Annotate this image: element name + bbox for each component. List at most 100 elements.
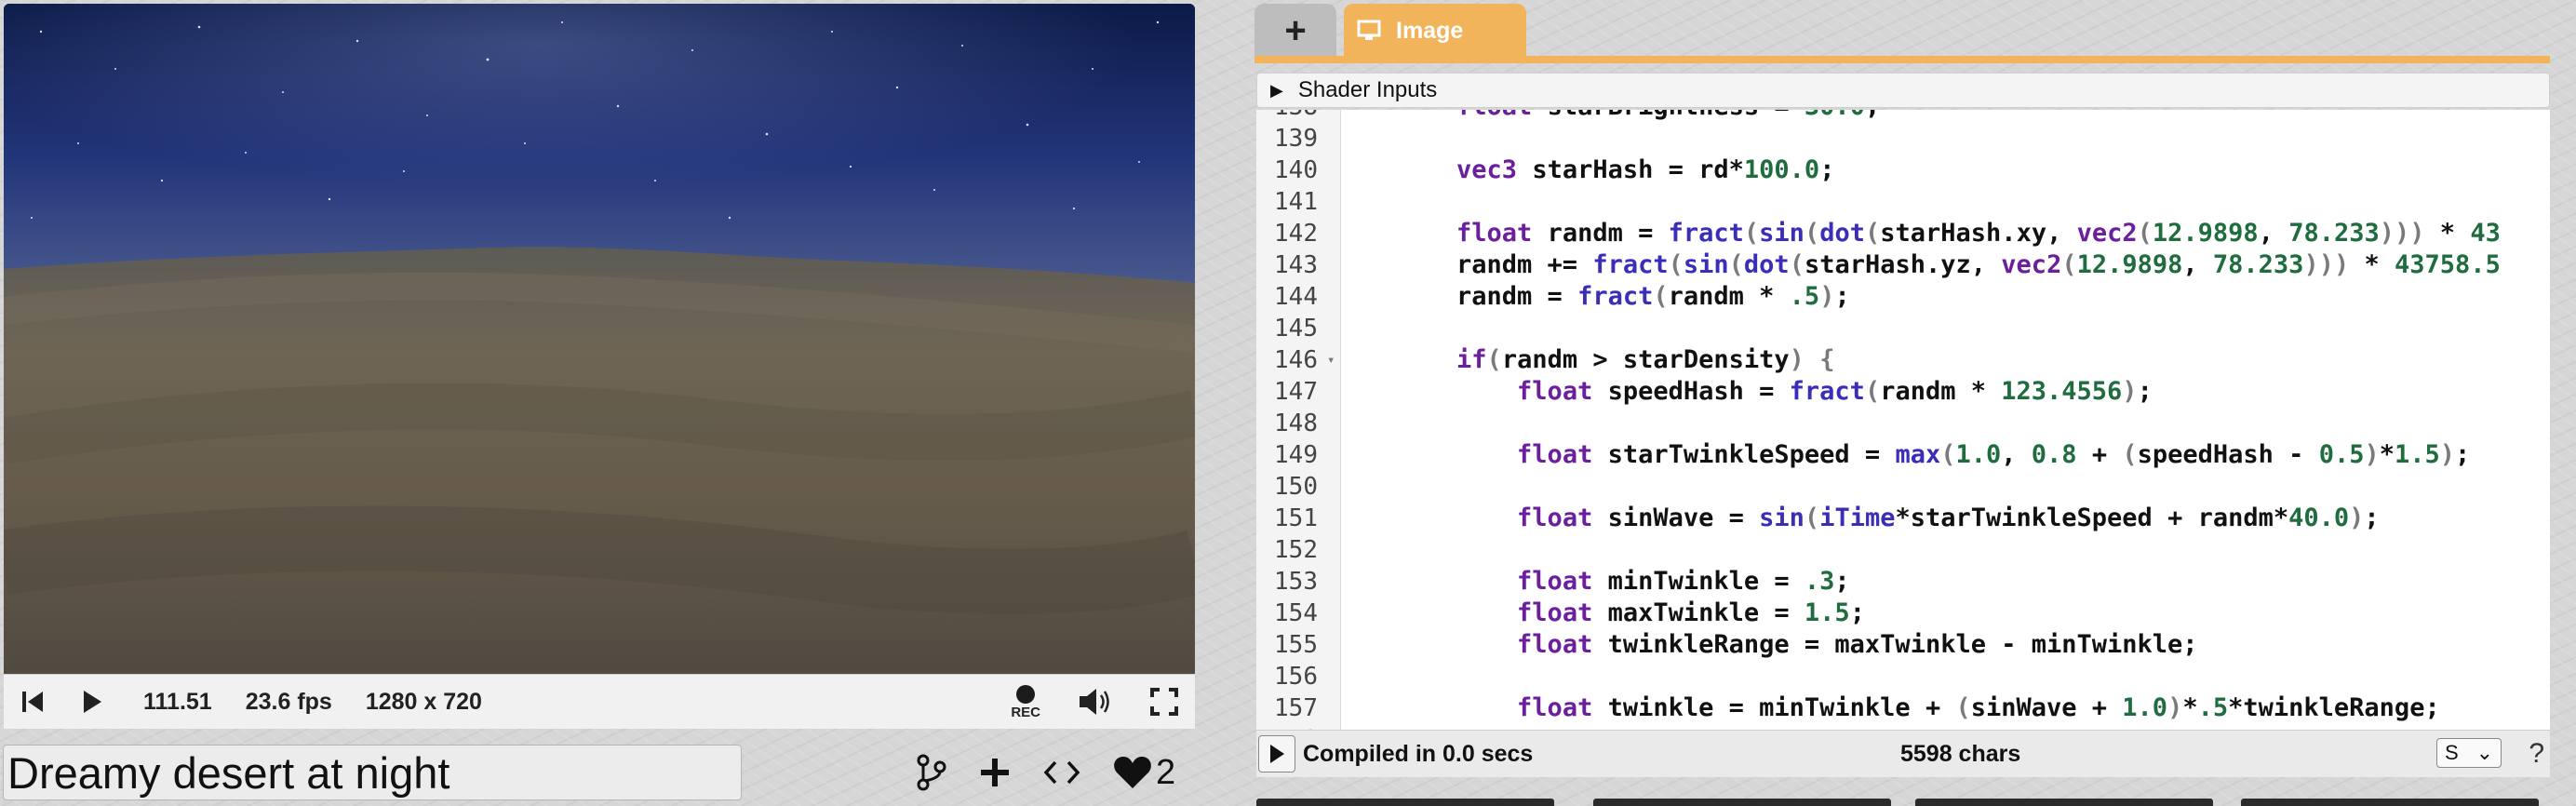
line-number: 143 [1274, 251, 1318, 279]
compile-status: Compiled in 0.0 secs [1303, 740, 1534, 767]
time-readout: 111.51 [143, 688, 212, 715]
record-button[interactable]: REC [1011, 684, 1040, 720]
line-number: 152 [1274, 536, 1318, 564]
player-controls: 111.51 23.6 fps 1280 x 720 REC [4, 674, 1195, 729]
add-to-playlist-button[interactable] [979, 757, 1011, 788]
line-number: 153 [1274, 568, 1318, 596]
monitor-icon [1357, 20, 1381, 42]
strip [1593, 799, 1891, 806]
record-label: REC [1011, 704, 1040, 720]
fullscreen-button[interactable] [1150, 688, 1178, 716]
line-number: 150 [1274, 473, 1318, 501]
line-number: 147 [1274, 378, 1318, 406]
fold-arrow-icon[interactable]: ▾ [1327, 346, 1335, 374]
code-line: 148 [1256, 410, 2550, 437]
play-icon [84, 691, 101, 713]
help-button[interactable]: ? [2529, 738, 2544, 770]
record-icon [1016, 684, 1036, 704]
heart-icon [1114, 757, 1151, 788]
speaker-icon [1080, 689, 1109, 715]
font-size-select[interactable]: S ⌄ [2436, 738, 2502, 768]
line-number: 149 [1274, 441, 1318, 469]
line-number: 148 [1274, 410, 1318, 437]
line-number: 145 [1274, 315, 1318, 343]
code-line: 142 float randm = fract(sin(dot(starHash… [1256, 219, 2550, 249]
code-line: 149 float starTwinkleSpeed = max(1.0, 0.… [1256, 440, 2550, 470]
code-text: float twinkle = minTwinkle + (sinWave + … [1517, 693, 2440, 722]
code-line: 146 ▾ if(randm > starDensity) { [1256, 345, 2550, 375]
plus-icon [981, 759, 1009, 786]
line-number: 154 [1274, 599, 1318, 627]
fork-icon [917, 754, 946, 791]
fork-button[interactable] [916, 754, 947, 791]
code-icon [1043, 760, 1080, 785]
shader-inputs-toggle[interactable]: ▶ Shader Inputs [1256, 73, 2550, 108]
volume-button[interactable] [1078, 686, 1113, 718]
code-line: 144 randm = fract(randm * .5); [1256, 283, 2550, 312]
code-line: 143 randm += fract(sin(dot(starHash.yz, … [1256, 250, 2550, 280]
code-text: float starTwinkleSpeed = max(1.0, 0.8 + … [1517, 440, 2471, 469]
expand-triangle-icon: ▶ [1270, 80, 1283, 100]
editor-statusbar: Compiled in 0.0 secs 5598 chars S ⌄ ? [1256, 730, 2550, 777]
code-text: randm += fract(sin(dot(starHash.yz, vec2… [1396, 250, 2501, 279]
code-line: 152 [1256, 536, 2550, 564]
compile-button[interactable] [1258, 735, 1295, 772]
line-number: 151 [1274, 504, 1318, 532]
code-line: 153 float minTwinkle = .3; [1256, 567, 2550, 597]
line-number: 139 [1274, 125, 1318, 153]
code-line: 140 vec3 starHash = rd*100.0; [1256, 155, 2550, 185]
line-number: 146 [1274, 346, 1318, 374]
resolution-readout: 1280 x 720 [365, 688, 482, 715]
skip-back-icon [22, 692, 43, 712]
bottom-tab-strips [1256, 799, 2550, 806]
char-count: 5598 chars [1900, 740, 2021, 767]
tab-image[interactable]: Image [1344, 4, 1526, 58]
play-icon [1270, 745, 1284, 763]
strip [1915, 799, 2213, 806]
strip [2241, 799, 2539, 806]
fullscreen-icon [1150, 688, 1178, 716]
code-text: if(randm > starDensity) { [1456, 345, 1835, 374]
line-number: 156 [1274, 663, 1318, 691]
code-text: float sinWave = sin(iTime*starTwinkleSpe… [1517, 504, 2380, 532]
code-line: 139 [1256, 125, 2550, 153]
chevron-down-icon: ⌄ [2475, 741, 2493, 764]
code-line: 151 float sinWave = sin(iTime*starTwinkl… [1256, 504, 2550, 533]
code-line: 138 float starBrightness = 30.0; [1256, 110, 2550, 121]
shader-canvas[interactable] [4, 4, 1195, 674]
shader-actions: 2 [916, 745, 1175, 800]
line-number: 140 [1274, 156, 1318, 184]
line-number: 138 [1256, 110, 1318, 121]
rewind-button[interactable] [20, 690, 45, 714]
code-line: 145 [1256, 315, 2550, 343]
tab-image-label: Image [1396, 17, 1464, 44]
code-text: float randm = fract(sin(dot(starHash.xy,… [1456, 219, 2501, 248]
line-number: 155 [1274, 631, 1318, 659]
desert-night-scene [4, 4, 1195, 674]
fps-readout: 23.6 fps [245, 688, 332, 715]
code-line: 155 float twinkleRange = maxTwinkle - mi… [1256, 630, 2550, 660]
code-editor[interactable]: 138 float starBrightness = 30.0;139140 v… [1256, 110, 2550, 730]
code-line: 156 [1256, 663, 2550, 691]
code-text: float twinkleRange = maxTwinkle - minTwi… [1517, 630, 2198, 659]
code-text: float speedHash = fract(randm * 123.4556… [1517, 377, 2153, 406]
editor-tabs: + Image [1254, 2, 2550, 58]
tab-underline [1254, 56, 2550, 63]
code-text: float maxTwinkle = 1.5; [1517, 598, 1865, 627]
embed-button[interactable] [1042, 757, 1081, 788]
line-number: 157 [1274, 694, 1318, 722]
code-line: 150 [1256, 473, 2550, 501]
code-line: 147 float speedHash = fract(randm * 123.… [1256, 377, 2550, 407]
add-tab-button[interactable]: + [1254, 4, 1336, 58]
shader-inputs-label: Shader Inputs [1297, 77, 1438, 102]
strip [1256, 799, 1554, 806]
like-count: 2 [1156, 752, 1176, 792]
like-button[interactable]: 2 [1113, 753, 1175, 793]
code-text: float minTwinkle = .3; [1517, 567, 1850, 596]
play-button[interactable] [82, 690, 102, 714]
code-text: float starBrightness = 30.0; [1396, 110, 1880, 121]
code-text: vec3 starHash = rd*100.0; [1456, 155, 1835, 184]
line-number: 142 [1274, 220, 1318, 248]
shader-title[interactable]: Dreamy desert at night [3, 745, 742, 800]
font-size-value: S [2445, 741, 2459, 764]
